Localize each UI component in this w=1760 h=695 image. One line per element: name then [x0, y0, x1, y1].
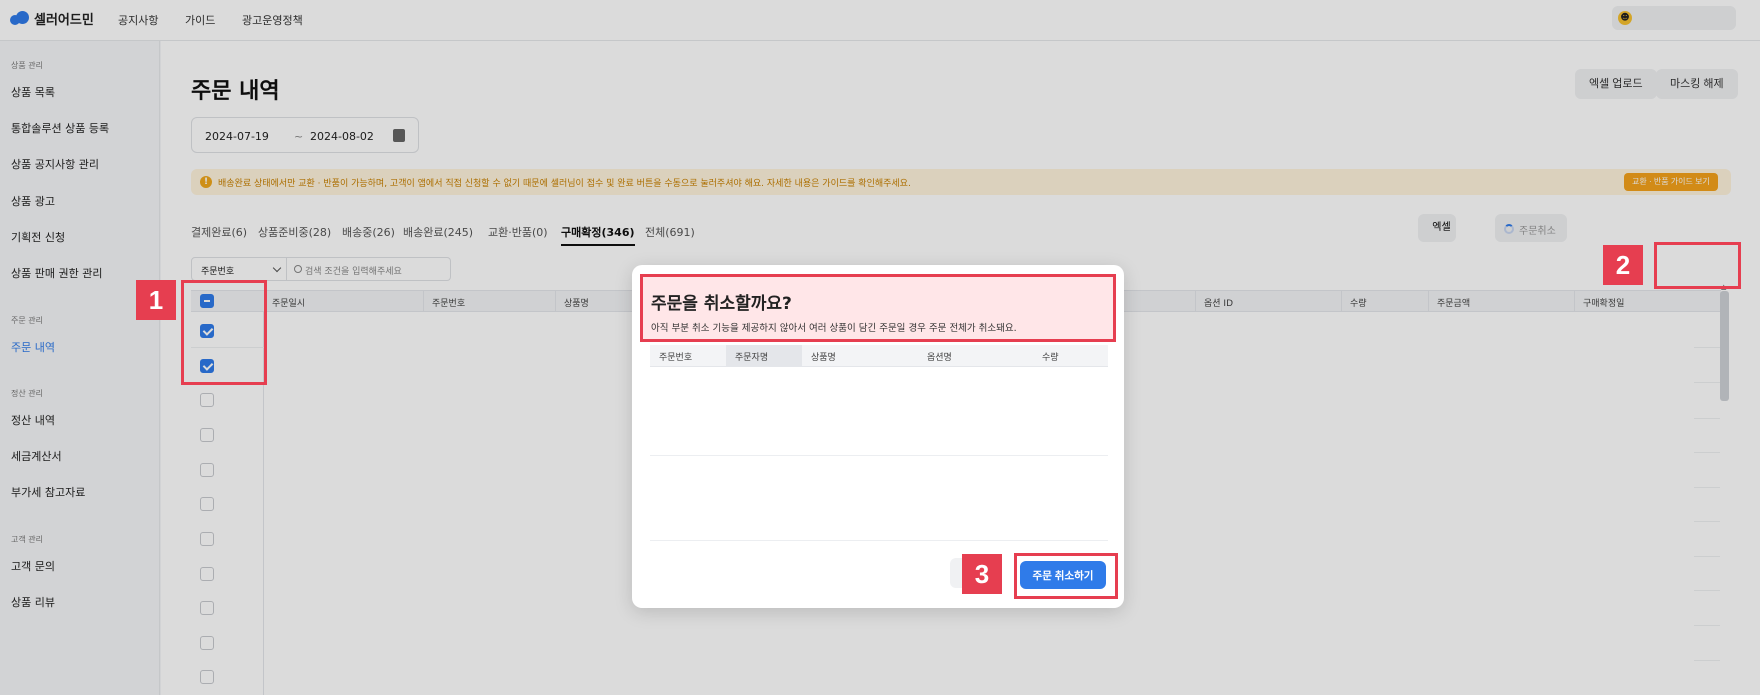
annotation-number-3: 3 — [962, 554, 1002, 594]
modal-description: 아직 부분 취소 기능을 제공하지 않아서 여러 상품이 담긴 주문일 경우 주… — [651, 323, 1017, 334]
modal-header: 주문을 취소할까요? 아직 부분 취소 기능을 제공하지 않아서 여러 상품이 … — [640, 274, 1116, 342]
modal-header-product: 상품명 — [811, 353, 836, 363]
annotation-number-1: 1 — [136, 280, 176, 320]
modal-header-quantity: 수량 — [1042, 353, 1059, 363]
modal-header-order-number: 주문번호 — [659, 353, 693, 363]
modal-table-header: 주문번호 주문자명 상품명 옵션명 수량 — [650, 345, 1108, 367]
modal-header-orderer: 주문자명 — [735, 353, 769, 363]
annotation-box-3 — [1014, 553, 1118, 599]
modal-title: 주문을 취소할까요? — [651, 294, 792, 314]
annotation-number-2: 2 — [1603, 245, 1643, 285]
annotation-box-2 — [1654, 242, 1741, 289]
annotation-box-1 — [181, 280, 267, 385]
modal-header-option: 옵션명 — [927, 353, 952, 363]
